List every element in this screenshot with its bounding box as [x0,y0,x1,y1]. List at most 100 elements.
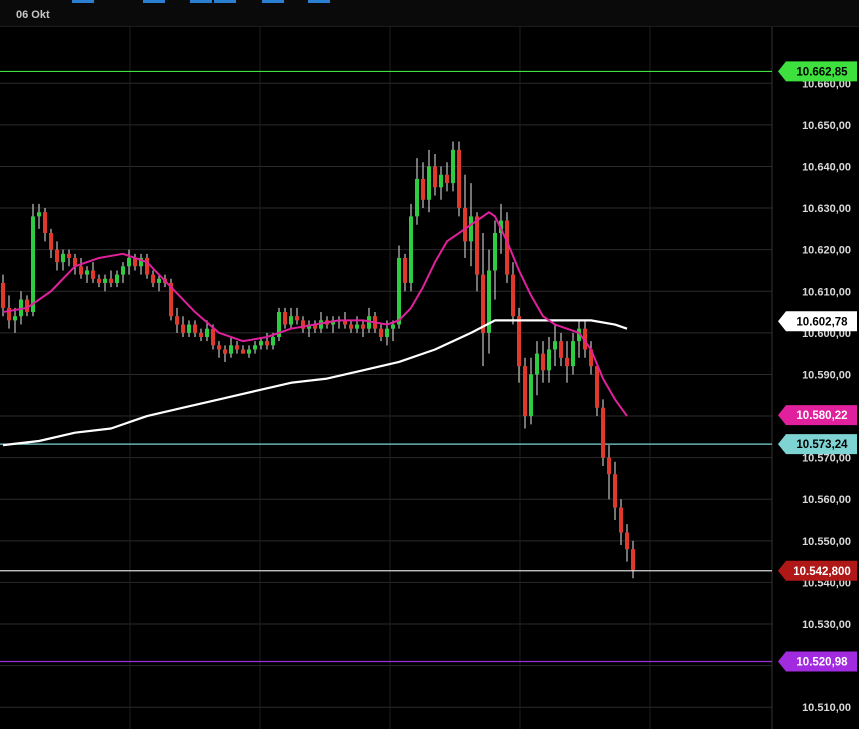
level-price-tag: 10.573,24 [778,434,857,455]
candle-body [283,312,287,325]
candle-body [271,337,275,346]
candle-body [121,266,125,275]
candle-body [619,507,623,533]
candle-body [517,316,521,367]
level-price-tag: 10.542,800 [778,560,857,581]
y-tick-label: 10.620,00 [802,245,851,257]
toolbar-button[interactable] [143,0,165,3]
candle-body [157,278,161,283]
candle-body [415,178,419,217]
candle-body [127,257,131,267]
candle-body [403,257,407,283]
candle-body [571,341,575,367]
candle-body [481,274,485,333]
indicator-price-tag-label: 10.602,78 [796,316,848,328]
candle-body [13,316,17,321]
candles [1,141,635,579]
level-price-tag: 10.662,85 [778,61,857,82]
toolbar-button[interactable] [262,0,284,3]
candle-body [289,316,293,325]
y-axis-ticks: 10.510,0010.520,0010.530,0010.540,0010.5… [802,78,851,714]
candle-body [295,316,299,321]
level-price-tag-label: 10.573,24 [796,439,848,451]
candle-body [175,316,179,325]
toolbar-button[interactable] [72,0,94,3]
candle-body [505,220,509,275]
candle-body [445,174,449,184]
candle-body [253,345,257,350]
level-price-tag-label: 10.542,800 [793,566,851,578]
candle-body [181,324,185,333]
candle-body [451,149,455,184]
y-tick-label: 10.640,00 [802,161,851,173]
candle-body [493,233,497,271]
candle-body [523,366,527,417]
candle-body [349,324,353,329]
candle-body [595,366,599,408]
candle-body [151,274,155,283]
candle-body [511,274,515,317]
y-tick-label: 10.550,00 [802,536,851,548]
candle-body [241,349,245,354]
candle-body [559,341,563,358]
level-price-tag-label: 10.520,98 [796,657,848,669]
chart-toolbar: 06 Okt [0,0,859,27]
y-tick-label: 10.560,00 [802,494,851,506]
candle-body [391,324,395,329]
candle-body [427,166,431,200]
long-moving-average-line [2,319,628,447]
y-tick-label: 10.630,00 [802,203,851,215]
candle-body [97,278,101,283]
candle-body [91,270,95,279]
candle-body [199,332,203,338]
candle-body [61,253,65,263]
price-chart[interactable]: 10.510,0010.520,0010.530,0010.540,0010.5… [0,0,859,729]
candle-body [247,349,251,354]
candle-body [613,474,617,508]
candle-body [103,278,107,283]
candle-body [217,345,221,350]
candle-body [529,374,533,417]
indicator-price-tag: 10.602,78 [778,311,857,332]
horizontal-levels [0,70,772,663]
candle-body [409,216,413,283]
candle-body [355,324,359,329]
candle-body [553,341,557,350]
candle-body [433,166,437,188]
toolbar-button[interactable] [190,0,212,3]
candle-body [109,278,113,283]
candle-body [37,212,41,217]
candle-body [31,216,35,313]
short-moving-average-line [2,211,628,417]
candle-body [565,357,569,367]
candle-body [421,178,425,200]
y-tick-label: 10.650,00 [802,120,851,132]
candle-body [229,345,233,354]
candle-body [439,174,443,188]
grid-lines [0,26,773,729]
candle-body [397,257,401,325]
candle-body [631,549,635,570]
level-price-tag: 10.520,98 [778,651,857,672]
toolbar-button[interactable] [214,0,236,3]
candle-body [547,349,551,371]
candle-body [223,349,227,354]
candle-body [625,532,629,550]
candle-body [463,208,467,242]
candle-body [193,324,197,333]
candle-body [607,457,611,475]
candle-body [205,328,209,338]
y-tick-label: 10.530,00 [802,619,851,631]
y-tick-label: 10.570,00 [802,453,851,465]
candle-body [211,328,215,346]
toolbar-button[interactable] [308,0,330,3]
candle-body [67,253,71,258]
candle-body [85,270,89,275]
candle-body [535,353,539,375]
candle-body [259,341,263,346]
candle-body [601,407,605,458]
y-tick-label: 10.610,00 [802,286,851,298]
date-label: 06 Okt [16,9,50,21]
level-price-tag-label: 10.662,85 [796,66,848,78]
candle-body [49,233,53,250]
